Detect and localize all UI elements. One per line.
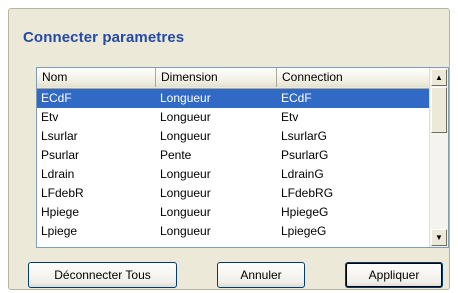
cell-nom: ECdF: [41, 91, 72, 105]
cell-dimension: Longueur: [160, 186, 211, 200]
dialog-title: Connecter parametres: [23, 29, 185, 46]
cell-dimension: Longueur: [160, 129, 211, 143]
cell-connection: Etv: [281, 110, 299, 124]
cell-nom: Etv: [41, 110, 59, 124]
table-row[interactable]: LFdebR Longueur LFdebRG: [37, 184, 430, 203]
cancel-button[interactable]: Annuler: [217, 262, 305, 288]
table-row[interactable]: Ldrain Longueur LdrainG: [37, 165, 430, 184]
table-row[interactable]: Psurlar Pente PsurlarG: [37, 146, 430, 165]
cell-nom: Lsurlar: [41, 129, 78, 143]
connect-parameters-dialog: Connecter parametres Nom Dimension Conne…: [8, 8, 450, 290]
cell-nom: Hpiege: [41, 205, 80, 219]
table-row[interactable]: Hpiege Longueur HpiegeG: [37, 203, 430, 222]
scroll-up-icon[interactable]: ▲: [431, 69, 447, 86]
table-row[interactable]: Lpiege Longueur LpiegeG: [37, 222, 430, 241]
scroll-down-icon[interactable]: ▼: [431, 229, 447, 246]
cell-nom: LFdebR: [41, 186, 84, 200]
cell-connection: LpiegeG: [281, 224, 327, 238]
cell-nom: Ldrain: [41, 167, 75, 181]
cell-nom: Lpiege: [41, 224, 78, 238]
cell-connection: LsurlarG: [281, 129, 328, 143]
disconnect-all-button[interactable]: Déconnecter Tous: [28, 262, 177, 288]
cell-connection: HpiegeG: [281, 205, 329, 219]
cell-dimension: Longueur: [160, 110, 211, 124]
cell-connection: PsurlarG: [281, 148, 329, 162]
cell-dimension: Longueur: [160, 91, 211, 105]
cell-nom: Psurlar: [41, 148, 80, 162]
cell-dimension: Longueur: [160, 224, 211, 238]
cell-dimension: Longueur: [160, 167, 211, 181]
table-row[interactable]: Etv Longueur Etv: [37, 108, 430, 127]
table-row[interactable]: ECdF Longueur ECdF: [37, 89, 430, 108]
column-header-dimension[interactable]: Dimension: [156, 68, 277, 87]
scrollbar-thumb[interactable]: [431, 87, 447, 133]
cell-connection: LdrainG: [281, 167, 324, 181]
column-header-nom[interactable]: Nom: [37, 68, 156, 87]
column-header-connection[interactable]: Connection: [277, 68, 430, 87]
parameters-list[interactable]: Nom Dimension Connection ECdF Longueur E…: [36, 67, 449, 248]
list-rows: ECdF Longueur ECdF Etv Longueur Etv Lsur…: [37, 89, 430, 241]
cell-connection: ECdF: [281, 91, 312, 105]
cell-connection: LFdebRG: [281, 186, 334, 200]
vertical-scrollbar[interactable]: ▲ ▼: [429, 68, 448, 247]
cell-dimension: Pente: [160, 148, 192, 162]
list-header: Nom Dimension Connection: [37, 68, 430, 89]
apply-button[interactable]: Appliquer: [345, 262, 443, 288]
table-row[interactable]: Lsurlar Longueur LsurlarG: [37, 127, 430, 146]
cell-dimension: Longueur: [160, 205, 211, 219]
